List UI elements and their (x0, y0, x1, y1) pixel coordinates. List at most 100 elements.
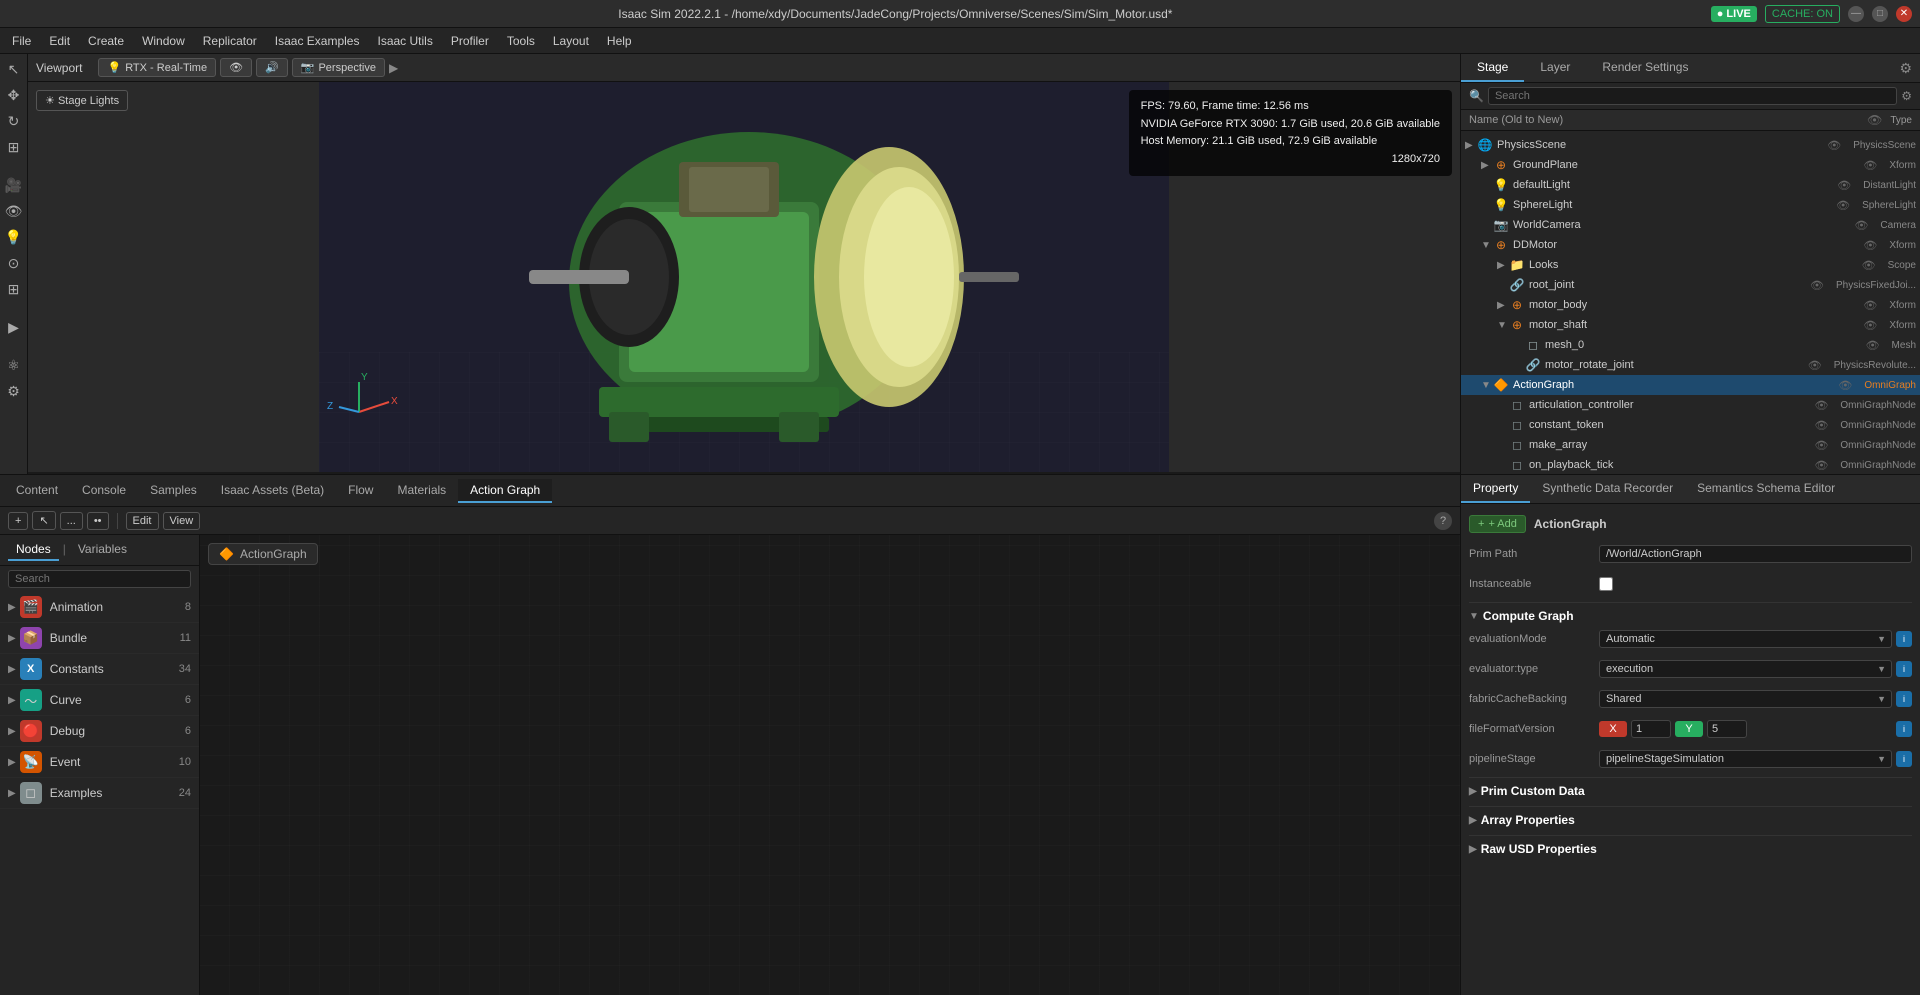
tab-semantics[interactable]: Semantics Schema Editor (1685, 475, 1847, 503)
help-button[interactable]: ? (1434, 512, 1452, 530)
toolbar-select[interactable]: ↖ (3, 58, 25, 80)
eval-mode-info-btn[interactable]: i (1896, 631, 1912, 647)
tree-item-sphere-light[interactable]: 💡 SphereLight 👁 SphereLight (1461, 195, 1920, 215)
menu-isaac utils[interactable]: Isaac Utils (369, 32, 440, 50)
tree-item-motor-rotate-joint[interactable]: 🔗 motor_rotate_joint 👁 PhysicsRevolute..… (1461, 355, 1920, 375)
tree-item-articulation-controller[interactable]: ◻ articulation_controller 👁 OmniGraphNod… (1461, 395, 1920, 415)
tab-stage[interactable]: Stage (1461, 54, 1524, 82)
array-properties-section[interactable]: ▶ Array Properties (1469, 806, 1912, 831)
visibility-icon[interactable]: 👁 (1808, 359, 1822, 372)
toolbar-light[interactable]: 💡 (3, 226, 25, 248)
compute-graph-section[interactable]: ▼ Compute Graph (1469, 602, 1912, 627)
tree-item-world-camera[interactable]: 📷 WorldCamera 👁 Camera (1461, 215, 1920, 235)
file-format-5-input[interactable] (1707, 720, 1747, 738)
tab-console[interactable]: Console (70, 479, 138, 503)
file-format-info-btn[interactable]: i (1896, 721, 1912, 737)
visibility-icon[interactable]: 👁 (1814, 399, 1828, 412)
toolbar-eye[interactable]: 👁 (3, 200, 25, 222)
eval-mode-select[interactable]: Automatic (1599, 630, 1892, 648)
toolbar-grid[interactable]: ⊞ (3, 278, 25, 300)
menu-create[interactable]: Create (80, 32, 132, 50)
menu-window[interactable]: Window (134, 32, 193, 50)
menu-tools[interactable]: Tools (499, 32, 543, 50)
tree-item-root-joint[interactable]: 🔗 root_joint 👁 PhysicsFixedJoi... (1461, 275, 1920, 295)
tree-item-motor-body[interactable]: ▶ ⊕ motor_body 👁 Xform (1461, 295, 1920, 315)
add-button[interactable]: + + Add (1469, 515, 1526, 533)
menu-edit[interactable]: Edit (41, 32, 78, 50)
pipeline-stage-info-btn[interactable]: i (1896, 751, 1912, 767)
pipeline-stage-select[interactable]: pipelineStageSimulation (1599, 750, 1892, 768)
tab-property[interactable]: Property (1461, 475, 1530, 503)
category-bundle[interactable]: ▶ 📦 Bundle 11 (0, 623, 199, 654)
toolbar-camera[interactable]: 🎥 (3, 174, 25, 196)
cursor-button[interactable]: ↖ (32, 511, 55, 530)
tree-item-ground-plane[interactable]: ▶ ⊕ GroundPlane 👁 Xform (1461, 155, 1920, 175)
maximize-button[interactable]: □ (1872, 6, 1888, 22)
tab-flow[interactable]: Flow (336, 479, 385, 503)
tab-isaac-assets[interactable]: Isaac Assets (Beta) (209, 479, 336, 503)
tree-item-motor-shaft[interactable]: ▼ ⊕ motor_shaft 👁 Xform (1461, 315, 1920, 335)
category-debug[interactable]: ▶ 🔴 Debug 6 (0, 716, 199, 747)
visibility-icon[interactable]: 👁 (1837, 179, 1851, 192)
menu-profiler[interactable]: Profiler (443, 32, 497, 50)
add-node-button[interactable]: + (8, 512, 28, 530)
visibility-icon[interactable]: 👁 (1836, 199, 1850, 212)
view-button[interactable]: View (163, 512, 201, 530)
tab-layer[interactable]: Layer (1524, 54, 1586, 82)
visibility-icon[interactable]: 👁 (1866, 339, 1880, 352)
tab-action-graph[interactable]: Action Graph (458, 479, 552, 503)
toolbar-snap[interactable]: ⊙ (3, 252, 25, 274)
tree-item-looks[interactable]: ▶ 📁 Looks 👁 Scope (1461, 255, 1920, 275)
tree-item-physics-scene[interactable]: ▶ 🌐 PhysicsScene 👁 PhysicsScene (1461, 135, 1920, 155)
category-examples[interactable]: ▶ ◻ Examples 24 (0, 778, 199, 809)
options-button[interactable]: •• (87, 512, 109, 530)
visibility-icon[interactable]: 👁 (1814, 419, 1828, 432)
tab-content[interactable]: Content (4, 479, 70, 503)
tree-item-default-light[interactable]: 💡 defaultLight 👁 DistantLight (1461, 175, 1920, 195)
visibility-icon[interactable]: 👁 (1838, 379, 1852, 392)
raw-usd-section[interactable]: ▶ Raw USD Properties (1469, 835, 1912, 860)
visibility-icon[interactable]: 👁 (1814, 459, 1828, 472)
stage-lights-button[interactable]: ☀ Stage Lights (36, 90, 128, 111)
toolbar-physics[interactable]: ⚛ (3, 354, 25, 376)
stage-search-input[interactable] (1488, 87, 1897, 105)
minimize-button[interactable]: — (1848, 6, 1864, 22)
filter-icon[interactable]: ⚙ (1899, 60, 1912, 77)
tree-item-mesh-0[interactable]: ◻ mesh_0 👁 Mesh (1461, 335, 1920, 355)
close-button[interactable]: ✕ (1896, 6, 1912, 22)
visibility-icon[interactable]: 👁 (1863, 239, 1877, 252)
menu-file[interactable]: File (4, 32, 39, 50)
tab-materials[interactable]: Materials (385, 479, 458, 503)
tab-render-settings[interactable]: Render Settings (1586, 54, 1704, 82)
tree-item-on-playback-tick[interactable]: ◻ on_playback_tick 👁 OmniGraphNode (1461, 455, 1920, 474)
menu-help[interactable]: Help (599, 32, 640, 50)
visibility-icon[interactable]: 👁 (1863, 319, 1877, 332)
fabric-cache-select[interactable]: Shared (1599, 690, 1892, 708)
eye-button[interactable]: 👁 (220, 58, 252, 77)
category-animation[interactable]: ▶ 🎬 Animation 8 (0, 592, 199, 623)
tree-item-make-array[interactable]: ◻ make_array 👁 OmniGraphNode (1461, 435, 1920, 455)
nodes-tab[interactable]: Nodes (8, 539, 59, 561)
prim-path-input[interactable] (1599, 545, 1912, 563)
menu-layout[interactable]: Layout (545, 32, 597, 50)
instanceable-checkbox[interactable] (1599, 577, 1613, 591)
tab-samples[interactable]: Samples (138, 479, 209, 503)
filter-toggle-icon[interactable]: ⚙ (1901, 89, 1912, 103)
tab-synthetic-data[interactable]: Synthetic Data Recorder (1530, 475, 1685, 503)
visibility-icon[interactable]: 👁 (1814, 439, 1828, 452)
toolbar-settings[interactable]: ⚙ (3, 380, 25, 402)
tree-item-dd-motor[interactable]: ▼ ⊕ DDMotor 👁 Xform (1461, 235, 1920, 255)
more-button[interactable]: ... (60, 512, 83, 530)
category-constants[interactable]: ▶ X Constants 34 (0, 654, 199, 685)
rtx-mode-button[interactable]: 💡 RTX - Real-Time (98, 58, 216, 77)
action-graph-canvas[interactable]: 🔶 ActionGraph (200, 535, 1460, 995)
edit-button[interactable]: Edit (126, 512, 159, 530)
toolbar-play[interactable]: ▶ (3, 316, 25, 338)
evaluator-type-dropdown[interactable]: execution (1599, 660, 1892, 678)
eval-mode-dropdown[interactable]: Automatic (1599, 630, 1892, 648)
menu-replicator[interactable]: Replicator (195, 32, 265, 50)
viewport-canvas[interactable]: X Y Z FPS: 79.60, Frame time: 12.56 ms N… (28, 82, 1460, 472)
visibility-icon[interactable]: 👁 (1863, 299, 1877, 312)
menu-isaac examples[interactable]: Isaac Examples (267, 32, 368, 50)
perspective-button[interactable]: 📷 Perspective (292, 58, 385, 77)
